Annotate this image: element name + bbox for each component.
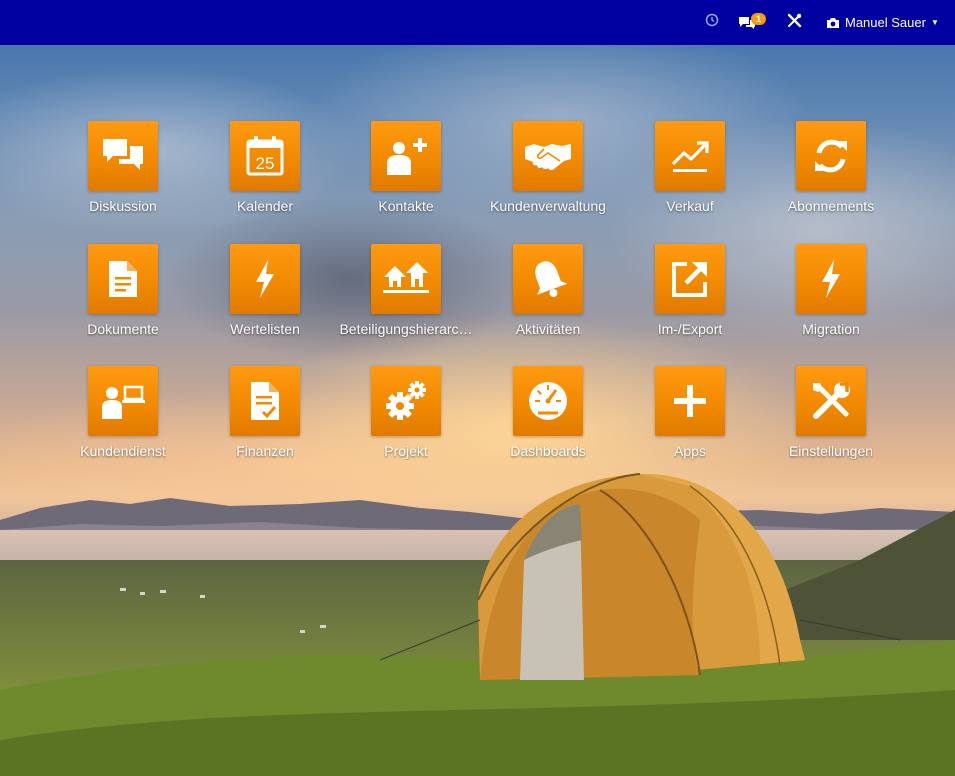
app-label: Projekt bbox=[384, 443, 428, 459]
app-label: Migration bbox=[802, 321, 860, 337]
app-kalender[interactable]: 25 Kalender bbox=[195, 121, 335, 231]
app-kundendienst[interactable]: Kundendienst bbox=[53, 366, 193, 476]
app-kundenverwaltung[interactable]: Kundenverwaltung bbox=[478, 121, 618, 231]
external-link-icon bbox=[655, 244, 725, 314]
user-menu[interactable]: Manuel Sauer ▼ bbox=[826, 0, 946, 45]
calendar-icon: 25 bbox=[230, 121, 300, 191]
invoice-check-icon bbox=[230, 366, 300, 436]
user-name: Manuel Sauer bbox=[845, 15, 926, 30]
app-label: Einstellungen bbox=[788, 443, 874, 459]
app-finanzen[interactable]: Finanzen bbox=[195, 366, 335, 476]
app-label: Beteiligungshierarc… bbox=[339, 321, 473, 337]
app-wertelisten[interactable]: Wertelisten bbox=[195, 244, 335, 354]
app-abonnements[interactable]: Abonnements bbox=[761, 121, 901, 231]
houses-icon bbox=[371, 244, 441, 314]
clock-icon bbox=[705, 13, 719, 32]
lightning-icon bbox=[796, 244, 866, 314]
app-label: Aktivitäten bbox=[515, 321, 581, 337]
messages-button[interactable]: 1 bbox=[736, 0, 770, 45]
app-projekt[interactable]: Projekt bbox=[336, 366, 476, 476]
wrench-screwdriver-icon bbox=[796, 366, 866, 436]
top-navigation-bar: 1 Manuel Sauer ▼ bbox=[0, 0, 955, 45]
app-label: Kundenverwaltung bbox=[490, 198, 606, 214]
camera-icon bbox=[826, 17, 840, 29]
app-aktivitaeten[interactable]: Aktivitäten bbox=[478, 244, 618, 354]
history-button[interactable] bbox=[702, 0, 722, 45]
app-einstellungen[interactable]: Einstellungen bbox=[761, 366, 901, 476]
gauge-icon bbox=[513, 366, 583, 436]
chat-bubbles-icon bbox=[88, 121, 158, 191]
app-dokumente[interactable]: Dokumente bbox=[53, 244, 193, 354]
app-dashboards[interactable]: Dashboards bbox=[478, 366, 618, 476]
app-label: Kalender bbox=[236, 198, 294, 214]
app-label: Abonnements bbox=[787, 198, 875, 214]
app-label: Kundendienst bbox=[80, 443, 166, 459]
app-kontakte[interactable]: Kontakte bbox=[336, 121, 476, 231]
app-im-export[interactable]: Im-/Export bbox=[620, 244, 760, 354]
app-label: Kontakte bbox=[378, 198, 434, 214]
app-label: Dokumente bbox=[87, 321, 159, 337]
caret-down-icon: ▼ bbox=[930, 18, 939, 27]
app-migration[interactable]: Migration bbox=[761, 244, 901, 354]
lightning-icon bbox=[230, 244, 300, 314]
trend-up-icon bbox=[655, 121, 725, 191]
handshake-icon bbox=[513, 121, 583, 191]
app-apps[interactable]: Apps bbox=[620, 366, 760, 476]
add-user-icon bbox=[371, 121, 441, 191]
refresh-icon bbox=[796, 121, 866, 191]
app-label: Im-/Export bbox=[657, 321, 723, 337]
tools-button[interactable] bbox=[784, 0, 804, 45]
app-diskussion[interactable]: Diskussion bbox=[53, 121, 193, 231]
document-icon bbox=[88, 244, 158, 314]
app-label: Wertelisten bbox=[230, 321, 300, 337]
gears-icon bbox=[371, 366, 441, 436]
app-label: Diskussion bbox=[89, 198, 157, 214]
app-label: Finanzen bbox=[236, 443, 294, 459]
app-label: Apps bbox=[674, 443, 706, 459]
tools-icon bbox=[787, 13, 802, 33]
support-laptop-icon bbox=[88, 366, 158, 436]
app-label: Dashboards bbox=[510, 443, 586, 459]
messages-badge: 1 bbox=[751, 13, 766, 25]
app-beteiligungshierarchie[interactable]: Beteiligungshierarc… bbox=[336, 244, 476, 354]
svg-text:25: 25 bbox=[256, 154, 275, 173]
plus-icon bbox=[655, 366, 725, 436]
app-verkauf[interactable]: Verkauf bbox=[620, 121, 760, 231]
bell-icon bbox=[513, 244, 583, 314]
app-label: Verkauf bbox=[666, 198, 714, 214]
